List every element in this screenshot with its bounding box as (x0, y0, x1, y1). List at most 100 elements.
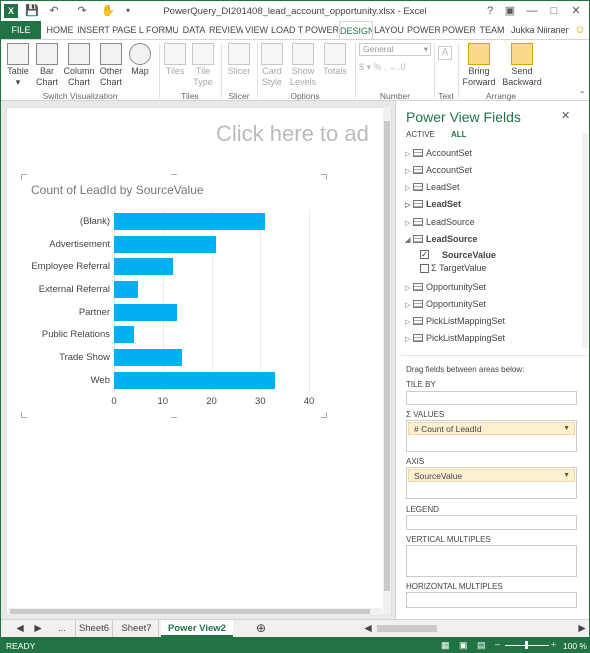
field-table[interactable]: ▷ LeadSet (405, 182, 460, 192)
field-table[interactable]: ▷ LeadSet (405, 199, 461, 209)
tab-active[interactable]: ACTIVE (406, 130, 435, 139)
bar[interactable] (114, 258, 173, 276)
send-backward-button[interactable]: Send Backward (501, 42, 543, 88)
help-icon[interactable]: ? (481, 3, 499, 19)
tile-type-button[interactable]: Tile Type (191, 42, 215, 88)
tab-layout[interactable]: LAYOU (374, 21, 404, 39)
tab-page-layout[interactable]: PAGE L (112, 21, 144, 39)
zoom-in-icon[interactable]: + (551, 639, 556, 649)
number-format-buttons[interactable]: $ ▾ % , ←.0 (359, 62, 431, 74)
field-table[interactable]: ▷ OpportunitySet (405, 299, 486, 309)
card-style-button[interactable]: Card Style (259, 42, 285, 88)
totals-button[interactable]: Totals (321, 42, 349, 77)
sheet-tab[interactable]: Sheet7 (115, 620, 159, 637)
page-break-view-icon[interactable]: ▤ (477, 640, 486, 651)
number-format-select[interactable]: General ▾ (359, 43, 431, 56)
bar-chart-button[interactable]: Bar Chart (33, 42, 61, 88)
tiles-button[interactable]: Tiles (163, 42, 187, 77)
tab-review[interactable]: REVIEW (209, 21, 243, 39)
scroll-thumb[interactable] (10, 609, 370, 614)
bar[interactable] (114, 235, 217, 253)
resize-handle[interactable] (21, 412, 27, 418)
hscroll-right-icon[interactable]: ▶ (577, 620, 587, 637)
tab-design[interactable]: DESIGN (339, 21, 373, 39)
tab-insert[interactable]: INSERT (77, 21, 110, 39)
tab-power-1[interactable]: POWER (305, 21, 338, 39)
bar[interactable] (114, 303, 178, 321)
collapse-ribbon-icon[interactable]: ⌃ (579, 90, 586, 99)
report-title-placeholder[interactable]: Click here to ad (216, 121, 391, 147)
checkbox-unchecked[interactable] (420, 264, 429, 273)
zoom-level[interactable]: 100 % (557, 641, 587, 651)
resize-handle[interactable] (321, 412, 327, 418)
tab-file[interactable]: FILE (1, 21, 41, 39)
sheet-hscroll-thumb[interactable] (377, 625, 437, 632)
tab-power-3[interactable]: POWER (442, 21, 475, 39)
resize-handle[interactable] (171, 174, 177, 180)
close-icon[interactable]: ✕ (561, 109, 570, 122)
tab-view[interactable]: VIEW (244, 21, 269, 39)
legend-drop-area[interactable] (406, 515, 577, 530)
tab-all[interactable]: ALL (451, 130, 467, 139)
tab-data[interactable]: DATA (180, 21, 208, 39)
bar[interactable] (114, 212, 266, 230)
column-chart-button[interactable]: Column Chart (63, 42, 95, 88)
vertical-multiples-drop-area[interactable] (406, 545, 577, 577)
bar[interactable] (114, 371, 275, 389)
slicer-button[interactable]: Slicer (225, 42, 253, 77)
user-name[interactable]: Jukka Niiranen (511, 21, 569, 39)
show-levels-button[interactable]: Show Levels (289, 42, 317, 88)
page-layout-view-icon[interactable]: ▣ (459, 640, 468, 651)
sheet-tab-active[interactable]: Power View2 (161, 620, 233, 637)
close-icon[interactable]: ✕ (567, 3, 585, 19)
bar[interactable] (114, 326, 134, 344)
bar[interactable] (114, 280, 139, 298)
other-chart-button[interactable]: Other Chart (97, 42, 125, 88)
field-table[interactable]: ▷ AccountSet (405, 165, 472, 175)
field-table[interactable]: ▷ LeadSource (405, 217, 475, 227)
new-sheet-icon[interactable]: ⊕ (253, 620, 269, 637)
values-field-pill[interactable]: # Count of LeadId ▼ (408, 422, 575, 435)
field-sourcevalue[interactable]: SourceValue (442, 250, 496, 260)
resize-handle[interactable] (171, 412, 177, 418)
dropdown-arrow-icon[interactable]: ▼ (563, 423, 570, 435)
more-sheets-button[interactable]: ... (51, 620, 73, 637)
tile-by-drop-area[interactable] (406, 391, 577, 405)
tab-home[interactable]: HOME (45, 21, 75, 39)
text-format-icon[interactable]: A (438, 46, 452, 60)
field-table[interactable]: ▷ OpportunitySet (405, 282, 486, 292)
normal-view-icon[interactable]: ▦ (441, 640, 450, 651)
tab-team[interactable]: TEAM (477, 21, 507, 39)
zoom-out-icon[interactable]: – (495, 639, 500, 649)
bring-forward-button[interactable]: Bring Forward (459, 42, 499, 88)
table-button[interactable]: Table ▾ (5, 42, 31, 88)
smiley-icon[interactable]: ☺ (573, 21, 587, 39)
axis-field-pill[interactable]: SourceValue ▼ (408, 469, 575, 482)
tab-formulas[interactable]: FORMU (146, 21, 178, 39)
resize-handle[interactable] (321, 174, 327, 180)
bar[interactable] (114, 349, 183, 367)
field-list-scrollbar[interactable] (582, 133, 588, 348)
tab-power-2[interactable]: POWER (407, 21, 440, 39)
next-sheet-icon[interactable]: ▶ (31, 620, 45, 637)
checkbox-checked[interactable]: ✓ (420, 250, 429, 259)
hscroll-left-icon[interactable]: ◀ (363, 620, 373, 637)
field-table-expanded[interactable]: ◢ LeadSource (405, 234, 478, 244)
scroll-thumb[interactable] (384, 121, 390, 591)
tab-load-test[interactable]: LOAD T (271, 21, 303, 39)
ribbon-display-icon[interactable]: ▣ (501, 3, 519, 19)
field-table[interactable]: ▷ PickListMappingSet (405, 333, 505, 343)
sheet-tab[interactable]: Sheet6 (75, 620, 113, 637)
prev-sheet-icon[interactable]: ◀ (13, 620, 27, 637)
resize-handle[interactable] (21, 174, 27, 180)
field-targetvalue[interactable]: Σ TargetValue (431, 263, 486, 273)
zoom-slider-thumb[interactable] (525, 641, 528, 649)
minimize-icon[interactable]: — (523, 3, 541, 19)
map-button[interactable]: Map (127, 42, 153, 77)
field-table[interactable]: ▷ PickListMappingSet (405, 316, 505, 326)
category-label: Employee Referral (31, 261, 110, 273)
maximize-icon[interactable]: □ (545, 3, 563, 19)
dropdown-arrow-icon[interactable]: ▼ (563, 470, 570, 482)
horizontal-multiples-drop-area[interactable] (406, 592, 577, 608)
field-table[interactable]: ▷ AccountSet (405, 148, 472, 158)
